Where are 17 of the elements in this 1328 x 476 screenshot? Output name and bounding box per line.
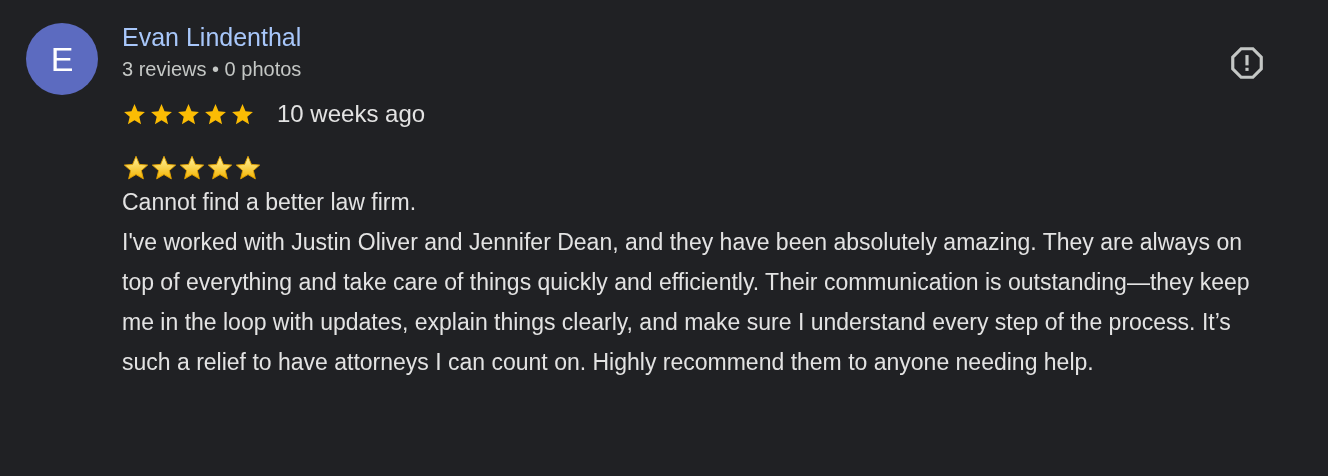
star-icon	[176, 101, 201, 127]
report-icon[interactable]	[1228, 44, 1266, 82]
author-meta: 3 reviews • 0 photos	[122, 58, 302, 81]
review-text: Cannot find a better law firm.	[122, 188, 418, 217]
star-icon	[122, 154, 150, 182]
avatar[interactable]: E	[26, 23, 98, 95]
star-icon	[230, 101, 255, 127]
star-icon	[150, 154, 178, 182]
star-icon	[234, 154, 262, 182]
star-icon	[122, 101, 147, 127]
star-icon	[203, 101, 228, 127]
star-icon	[206, 154, 234, 182]
star-icon	[149, 101, 174, 127]
review-text: I've worked with Justin Oliver and Jennifer Dean, and they have been absolutely amazing. They are always on top of everything and take care of things quickly and efficiently. Their communication is outstanding—they keep me in the loop with updates, explain things clearly, and make sure I understand every step of the process. It’s such a relief to have attorneys I can count on. Highly recommend them to anyone needing help.	[122, 228, 1251, 377]
review-time: 10 weeks ago	[277, 100, 426, 128]
author-name[interactable]: Evan Lindenthal	[122, 23, 302, 52]
star-icon	[178, 154, 206, 182]
